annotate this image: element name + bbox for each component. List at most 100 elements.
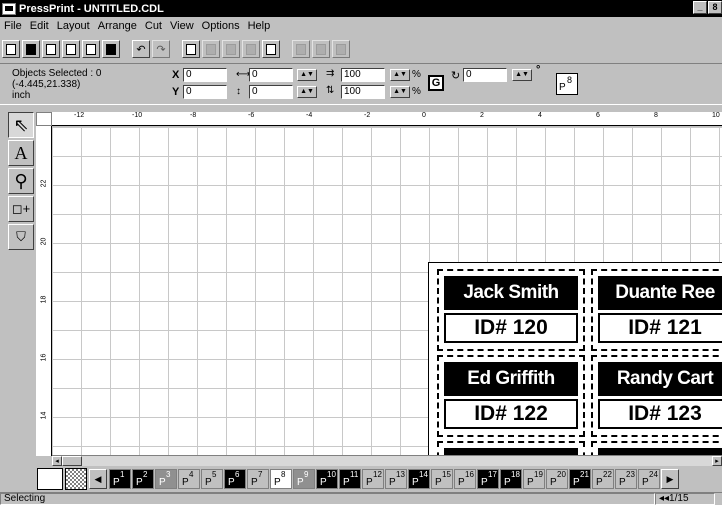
page-tab[interactable]: P 16 xyxy=(454,469,476,489)
page-tab[interactable]: P 15 xyxy=(431,469,453,489)
lock-aspect-button[interactable]: G xyxy=(428,75,444,91)
width-field[interactable]: 0 xyxy=(249,68,293,82)
page-tab[interactable]: P 17 xyxy=(477,469,499,489)
frame-button[interactable] xyxy=(262,40,280,58)
height-spinner[interactable]: ▲▼ xyxy=(297,86,317,98)
menu-file[interactable]: File xyxy=(4,20,22,32)
page-tab[interactable]: P 24 xyxy=(638,469,660,489)
scale-y-field[interactable]: 100 xyxy=(341,85,385,99)
width-spinner[interactable]: ▲▼ xyxy=(297,69,317,81)
zoom-tool[interactable]: ⚲ xyxy=(8,168,34,194)
new-file-button[interactable] xyxy=(2,40,20,58)
scale-x-icon: ⇉ xyxy=(326,68,335,79)
menu-help[interactable]: Help xyxy=(248,20,271,32)
scroll-left-arrow[interactable]: ◂ xyxy=(52,456,62,466)
page-tab[interactable]: P5 xyxy=(201,469,223,489)
shape-tool[interactable]: ◻+ xyxy=(8,196,34,222)
save-button[interactable] xyxy=(22,40,40,58)
page-strip: ◀ P 1 P 2 P 3 P 4 P 5 P 6 P 7 P 8 P 9 P 10 P 11 P 12 P 13 P 14 P 15 P 1… xyxy=(0,466,722,492)
send-back-button[interactable] xyxy=(292,40,310,58)
redo-button[interactable]: ↷ xyxy=(152,40,170,58)
white-swatch[interactable] xyxy=(37,468,63,490)
menu-cut[interactable]: Cut xyxy=(145,20,162,32)
ungroup-button[interactable] xyxy=(202,40,220,58)
badge-sheet[interactable]: Jack Smith ID# 120 Duante Ree ID# 121 Ed… xyxy=(428,262,722,455)
page-tab[interactable]: P 13 xyxy=(385,469,407,489)
badge-card-partial[interactable] xyxy=(437,441,585,455)
vertical-ruler[interactable]: 222018161412 xyxy=(36,126,52,456)
edit-node-button[interactable] xyxy=(242,40,260,58)
horizontal-scrollbar[interactable]: ◂ ▸ xyxy=(52,455,722,466)
group-button[interactable] xyxy=(182,40,200,58)
print-icon xyxy=(86,43,96,55)
design-canvas[interactable]: Jack Smith ID# 120 Duante Ree ID# 121 Ed… xyxy=(52,127,722,455)
menu-options[interactable]: Options xyxy=(202,20,240,32)
page-tab[interactable]: P 12 xyxy=(362,469,384,489)
page-tab[interactable]: P2 xyxy=(132,469,154,489)
properties-button[interactable] xyxy=(102,40,120,58)
page-prev-arrow[interactable]: ◀ xyxy=(89,469,107,489)
app-icon[interactable] xyxy=(2,2,16,15)
badge-card[interactable]: Randy Cart ID# 123 xyxy=(591,355,722,437)
ruler-top-label: 10 xyxy=(712,112,720,119)
height-field[interactable]: 0 xyxy=(249,85,293,99)
menu-view[interactable]: View xyxy=(170,20,194,32)
ruler-left-label: 22 xyxy=(40,179,48,188)
maximize-button[interactable]: 8 xyxy=(708,1,722,14)
scale-x-spinner[interactable]: ▲▼ xyxy=(390,69,410,81)
page-tab[interactable]: P 11 xyxy=(339,469,361,489)
page-tab[interactable]: P7 xyxy=(247,469,269,489)
x-field[interactable]: 0 xyxy=(183,68,227,82)
scroll-right-arrow[interactable]: ▸ xyxy=(712,456,722,466)
badge-card[interactable]: Jack Smith ID# 120 xyxy=(437,269,585,351)
rotate-field[interactable]: 0 xyxy=(463,68,507,82)
ruler-top-label: -10 xyxy=(132,112,143,119)
page-tab[interactable]: P8 xyxy=(270,469,292,489)
menu-layout[interactable]: Layout xyxy=(57,20,90,32)
page-tab-number: 7 xyxy=(258,470,263,479)
page-indicator[interactable]: P 8 xyxy=(556,73,578,95)
page-tab[interactable]: P3 xyxy=(155,469,177,489)
scale-y-spinner[interactable]: ▲▼ xyxy=(390,86,410,98)
rotate-spinner[interactable]: ▲▼ xyxy=(512,69,532,81)
page-tab[interactable]: P 23 xyxy=(615,469,637,489)
ruler-top-label: 8 xyxy=(654,112,658,119)
menu-edit[interactable]: Edit xyxy=(30,20,49,32)
no-fill-swatch[interactable] xyxy=(65,468,87,490)
ruler-top-label: -12 xyxy=(74,112,85,119)
print-button[interactable] xyxy=(82,40,100,58)
scale-x-field[interactable]: 100 xyxy=(341,68,385,82)
badge-card[interactable]: Ed Griffith ID# 122 xyxy=(437,355,585,437)
page-tab[interactable]: P 21 xyxy=(569,469,591,489)
scroll-thumb[interactable] xyxy=(62,456,82,466)
first-page-icon[interactable]: ◂◂ xyxy=(659,493,669,504)
cut-tool-button[interactable] xyxy=(332,40,350,58)
page-tab[interactable]: P1 xyxy=(109,469,131,489)
undo-button[interactable]: ↶ xyxy=(132,40,150,58)
menu-arrange[interactable]: Arrange xyxy=(98,20,137,32)
select-tool[interactable]: ⇖ xyxy=(8,112,34,138)
copy-button[interactable] xyxy=(62,40,80,58)
page-tab[interactable]: P4 xyxy=(178,469,200,489)
align-button[interactable] xyxy=(222,40,240,58)
page-next-arrow[interactable]: ▶ xyxy=(661,469,679,489)
open-button[interactable] xyxy=(42,40,60,58)
page-tab[interactable]: P 14 xyxy=(408,469,430,489)
minimize-button[interactable]: _ xyxy=(693,1,707,14)
fill-tool[interactable]: ⛉ xyxy=(8,224,34,250)
page-tab[interactable]: P 10 xyxy=(316,469,338,489)
page-tab[interactable]: P9 xyxy=(293,469,315,489)
page-tab[interactable]: P 22 xyxy=(592,469,614,489)
page-tab[interactable]: P 18 xyxy=(500,469,522,489)
badge-card-partial[interactable] xyxy=(591,441,722,455)
horizontal-ruler[interactable]: -12 -10 -8 -6 -4 -2 0 2 4 6 8 10 xyxy=(52,112,722,126)
badge-card[interactable]: Duante Ree ID# 121 xyxy=(591,269,722,351)
page-tab[interactable]: P 20 xyxy=(546,469,568,489)
text-tool[interactable]: A xyxy=(8,140,34,166)
ruler-corner[interactable] xyxy=(36,112,52,126)
bring-front-button[interactable] xyxy=(312,40,330,58)
page-indicator-number: 8 xyxy=(567,75,573,85)
page-tab[interactable]: P6 xyxy=(224,469,246,489)
y-field[interactable]: 0 xyxy=(183,85,227,99)
page-tab[interactable]: P 19 xyxy=(523,469,545,489)
